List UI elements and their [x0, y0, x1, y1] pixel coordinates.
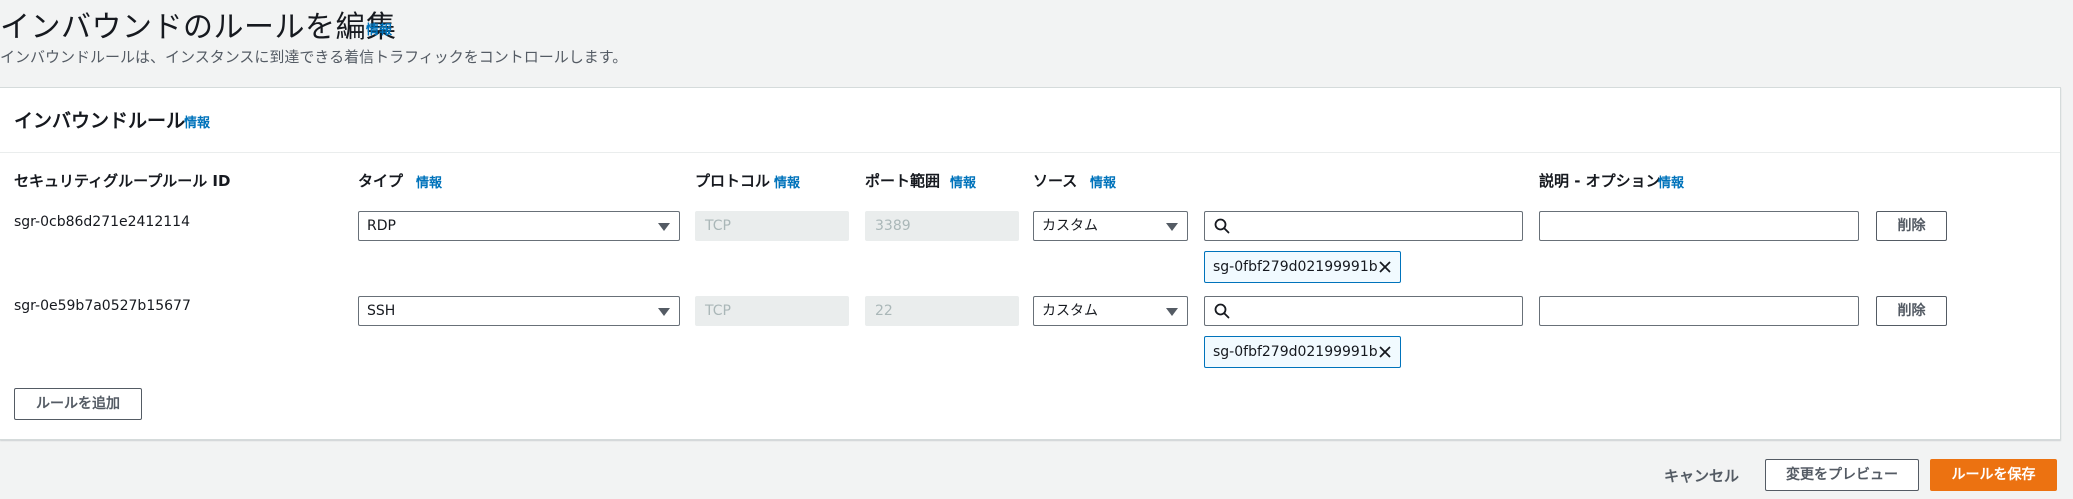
protocol-field: TCP: [695, 296, 849, 326]
source-select-value: カスタム: [1042, 218, 1098, 234]
protocol-field: TCP: [695, 211, 849, 241]
source-select[interactable]: カスタム: [1033, 296, 1188, 326]
port-range-info-link[interactable]: 情報: [950, 172, 976, 191]
save-rules-button[interactable]: ルールを保存: [1930, 459, 2057, 491]
search-icon: [1214, 303, 1230, 319]
preview-changes-button[interactable]: 変更をプレビュー: [1765, 459, 1919, 491]
page-title: インバウンドのルールを編集: [0, 10, 397, 45]
add-rule-button[interactable]: ルールを追加: [14, 388, 142, 420]
column-header-source: ソース: [1033, 172, 1078, 190]
caret-down-icon: [658, 308, 670, 316]
panel-header: [0, 88, 2060, 153]
source-token: sg-0fbf279d02199991b: [1204, 251, 1401, 283]
type-select[interactable]: RDP: [358, 211, 680, 241]
description-input[interactable]: [1539, 211, 1859, 241]
type-select[interactable]: SSH: [358, 296, 680, 326]
column-header-protocol: プロトコル: [695, 172, 771, 190]
source-select-value: カスタム: [1042, 303, 1098, 319]
inbound-rules-panel: インバウンドルール 情報 セキュリティグループルール ID タイプ 情報 プロト…: [0, 87, 2061, 440]
source-token-label: sg-0fbf279d02199991b: [1213, 259, 1378, 275]
protocol-info-link[interactable]: 情報: [774, 172, 800, 191]
panel-title-info-link[interactable]: 情報: [184, 112, 210, 131]
port-range-field: 22: [865, 296, 1019, 326]
rule-id: sgr-0cb86d271e2412114: [14, 214, 190, 230]
type-select-value: RDP: [367, 218, 396, 234]
caret-down-icon: [1166, 308, 1178, 316]
port-range-field: 3389: [865, 211, 1019, 241]
source-token: sg-0fbf279d02199991b: [1204, 336, 1401, 368]
column-header-type: タイプ: [358, 172, 404, 190]
type-select-value: SSH: [367, 303, 396, 319]
delete-rule-button[interactable]: 削除: [1876, 296, 1947, 326]
source-token-label: sg-0fbf279d02199991b: [1213, 344, 1378, 360]
panel-title: インバウンドルール: [14, 110, 186, 132]
source-info-link[interactable]: 情報: [1090, 172, 1116, 191]
column-header-port-range: ポート範囲: [865, 172, 941, 190]
caret-down-icon: [1166, 223, 1178, 231]
description-input[interactable]: [1539, 296, 1859, 326]
delete-rule-button[interactable]: 削除: [1876, 211, 1947, 241]
close-icon[interactable]: [1378, 345, 1392, 359]
column-header-rule-id: セキュリティグループルール ID: [14, 172, 231, 190]
source-search-input[interactable]: [1204, 296, 1523, 326]
search-icon: [1214, 218, 1230, 234]
page-description: インバウンドルールは、インスタンスに到達できる着信トラフィックをコントロールしま…: [0, 48, 628, 66]
cancel-button[interactable]: キャンセル: [1664, 465, 1739, 486]
column-header-description: 説明 - オプション: [1539, 172, 1661, 190]
source-select[interactable]: カスタム: [1033, 211, 1188, 241]
type-info-link[interactable]: 情報: [416, 172, 442, 191]
source-search-input[interactable]: [1204, 211, 1523, 241]
close-icon[interactable]: [1378, 260, 1392, 274]
description-info-link[interactable]: 情報: [1658, 172, 1684, 191]
caret-down-icon: [658, 223, 670, 231]
rule-id: sgr-0e59b7a0527b15677: [14, 298, 191, 314]
title-info-link[interactable]: 情報: [366, 19, 392, 38]
